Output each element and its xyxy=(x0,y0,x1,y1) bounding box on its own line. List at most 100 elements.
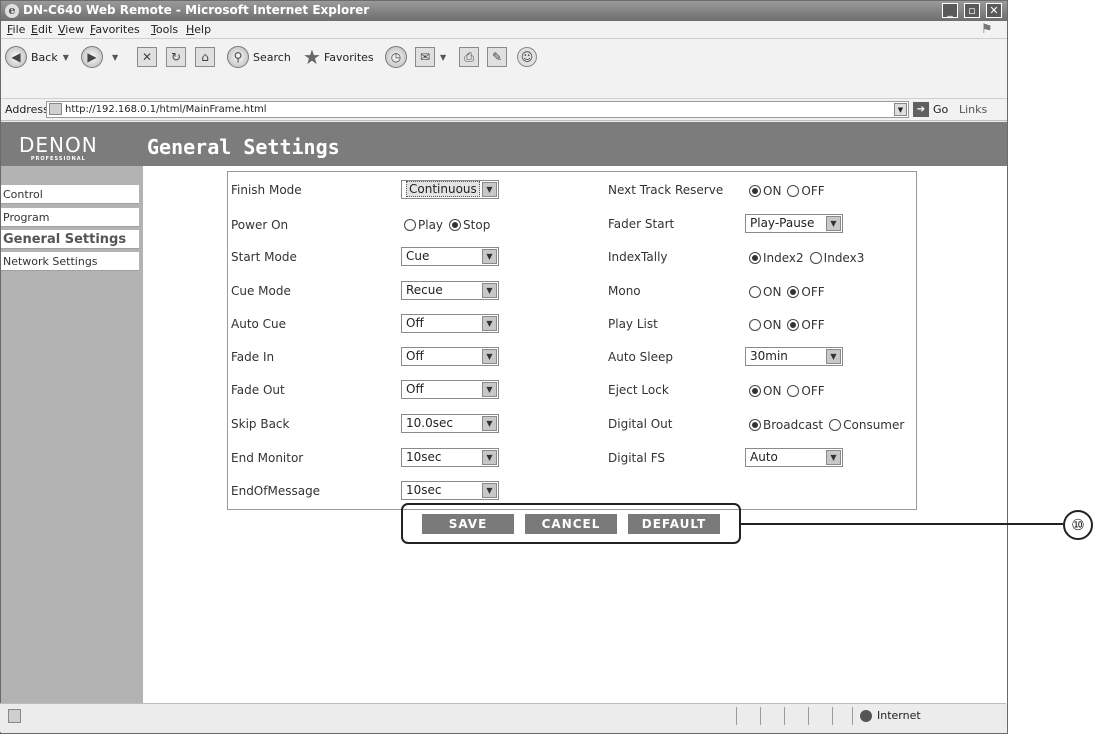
messenger-button[interactable]: ☺ xyxy=(517,44,537,70)
play-list-off-option[interactable]: OFF xyxy=(787,318,825,332)
home-icon: ⌂ xyxy=(195,47,215,67)
menu-favorites[interactable]: Favorites xyxy=(90,23,140,36)
forward-dropdown-icon[interactable]: ▼ xyxy=(112,53,118,62)
edit-page-icon: ✎ xyxy=(487,47,507,67)
search-button[interactable]: ⚲ Search xyxy=(227,44,291,70)
forward-arrow-icon: ▶ xyxy=(81,46,103,68)
digital-out-label: Digital Out xyxy=(608,417,673,431)
radio-selected-icon xyxy=(749,185,761,197)
eject-lock-off-option[interactable]: OFF xyxy=(787,384,825,398)
restore-button[interactable]: ▫ xyxy=(964,3,980,18)
radio-icon xyxy=(787,185,800,197)
power-on-play-option[interactable]: Play xyxy=(404,218,443,232)
auto-cue-select[interactable]: Off ▼ xyxy=(401,314,499,333)
power-on-radio-group: Play Stop xyxy=(404,218,496,232)
start-mode-select[interactable]: Cue ▼ xyxy=(401,247,499,266)
page-title: General Settings xyxy=(147,135,340,159)
status-divider xyxy=(852,707,853,725)
cancel-button[interactable]: CANCEL xyxy=(525,514,617,534)
power-on-stop-option[interactable]: Stop xyxy=(449,218,490,232)
go-button[interactable]: ➔ Go xyxy=(913,102,948,117)
fade-in-select[interactable]: Off ▼ xyxy=(401,347,499,366)
save-button[interactable]: SAVE xyxy=(422,514,514,534)
radio-label: Index3 xyxy=(823,251,865,265)
menu-help[interactable]: Help xyxy=(186,23,211,36)
menu-tools[interactable]: Tools xyxy=(151,23,178,36)
auto-sleep-value: 30min xyxy=(750,349,788,363)
finish-mode-select[interactable]: Continuous ▼ xyxy=(401,180,499,199)
next-track-reserve-off-option[interactable]: OFF xyxy=(787,184,825,198)
refresh-button[interactable]: ↻ xyxy=(166,44,186,70)
sidebar-item-control[interactable]: Control xyxy=(1,185,139,204)
minimize-button[interactable]: _ xyxy=(942,3,958,18)
digital-fs-label: Digital FS xyxy=(608,451,666,465)
index-tally-index3-option[interactable]: Index3 xyxy=(809,251,865,265)
chevron-down-icon: ▼ xyxy=(482,416,497,431)
end-of-message-select[interactable]: 10sec ▼ xyxy=(401,481,499,500)
forward-button[interactable]: ▶ ▼ xyxy=(81,44,118,70)
mail-button[interactable]: ✉ ▼ xyxy=(415,44,446,70)
sidebar-item-general-settings[interactable]: General Settings xyxy=(1,230,139,249)
radio-label: ON xyxy=(763,285,782,299)
menu-view[interactable]: View xyxy=(58,23,84,36)
status-divider xyxy=(808,707,809,725)
auto-sleep-select[interactable]: 30min ▼ xyxy=(745,347,843,366)
radio-label: ON xyxy=(763,318,782,332)
history-button[interactable]: ◷ xyxy=(385,44,411,70)
index-tally-index2-option[interactable]: Index2 xyxy=(749,251,804,265)
address-input[interactable]: http://192.168.0.1/html/MainFrame.html ▼ xyxy=(46,101,909,118)
play-list-on-option[interactable]: ON xyxy=(749,318,781,332)
start-mode-value: Cue xyxy=(406,249,430,263)
cue-mode-label: Cue Mode xyxy=(231,284,291,298)
digital-out-consumer-option[interactable]: Consumer xyxy=(829,418,904,432)
denon-logo: DENON PROFESSIONAL xyxy=(19,135,98,162)
page-status-icon xyxy=(8,709,21,723)
end-monitor-select[interactable]: 10sec ▼ xyxy=(401,448,499,467)
sidebar-item-network-settings[interactable]: Network Settings xyxy=(1,252,139,271)
skip-back-select[interactable]: 10.0sec ▼ xyxy=(401,414,499,433)
back-dropdown-icon[interactable]: ▼ xyxy=(63,53,69,62)
chevron-down-icon: ▼ xyxy=(482,249,497,264)
next-track-reserve-radio-group: ON OFF xyxy=(749,184,831,198)
radio-icon xyxy=(404,219,416,231)
radio-icon xyxy=(749,286,761,298)
print-button[interactable]: ⎙ xyxy=(459,44,479,70)
start-mode-label: Start Mode xyxy=(231,250,297,264)
chevron-down-icon: ▼ xyxy=(482,283,497,298)
stop-button[interactable]: ✕ xyxy=(137,44,157,70)
fade-out-select[interactable]: Off ▼ xyxy=(401,380,499,399)
eject-lock-on-option[interactable]: ON xyxy=(749,384,781,398)
home-button[interactable]: ⌂ xyxy=(195,44,215,70)
favorites-button[interactable]: ★ Favorites xyxy=(303,44,374,70)
edit-button[interactable]: ✎ xyxy=(487,44,507,70)
close-button[interactable]: ✕ xyxy=(986,3,1002,18)
fade-in-value: Off xyxy=(406,349,424,363)
default-button[interactable]: DEFAULT xyxy=(628,514,720,534)
go-label: Go xyxy=(933,103,949,116)
menu-file[interactable]: File xyxy=(7,23,25,36)
callout-leader-line xyxy=(741,523,1063,525)
digital-out-broadcast-option[interactable]: Broadcast xyxy=(749,418,823,432)
links-button[interactable]: Links xyxy=(959,103,987,116)
mono-on-option[interactable]: ON xyxy=(749,285,781,299)
address-dropdown-icon[interactable]: ▼ xyxy=(894,103,907,116)
cue-mode-select[interactable]: Recue ▼ xyxy=(401,281,499,300)
ie-icon: e xyxy=(5,4,19,18)
menu-edit[interactable]: Edit xyxy=(31,23,52,36)
radio-label: Index2 xyxy=(763,251,804,265)
index-tally-label: IndexTally xyxy=(608,250,668,264)
mail-dropdown-icon[interactable]: ▼ xyxy=(440,53,446,62)
sidebar-item-program[interactable]: Program xyxy=(1,208,139,227)
next-track-reserve-on-option[interactable]: ON xyxy=(749,184,781,198)
fader-start-select[interactable]: Play-Pause ▼ xyxy=(745,214,843,233)
radio-selected-icon xyxy=(449,219,462,231)
status-divider xyxy=(760,707,761,725)
digital-fs-select[interactable]: Auto ▼ xyxy=(745,448,843,467)
back-button[interactable]: ◀ Back ▼ xyxy=(5,44,69,70)
title-bar: e DN-C640 Web Remote - Microsoft Interne… xyxy=(1,1,1007,21)
mono-off-option[interactable]: OFF xyxy=(787,285,825,299)
eject-lock-label: Eject Lock xyxy=(608,383,669,397)
digital-out-radio-group: Broadcast Consumer xyxy=(749,418,910,432)
fade-out-value: Off xyxy=(406,382,424,396)
play-list-radio-group: ON OFF xyxy=(749,318,831,332)
